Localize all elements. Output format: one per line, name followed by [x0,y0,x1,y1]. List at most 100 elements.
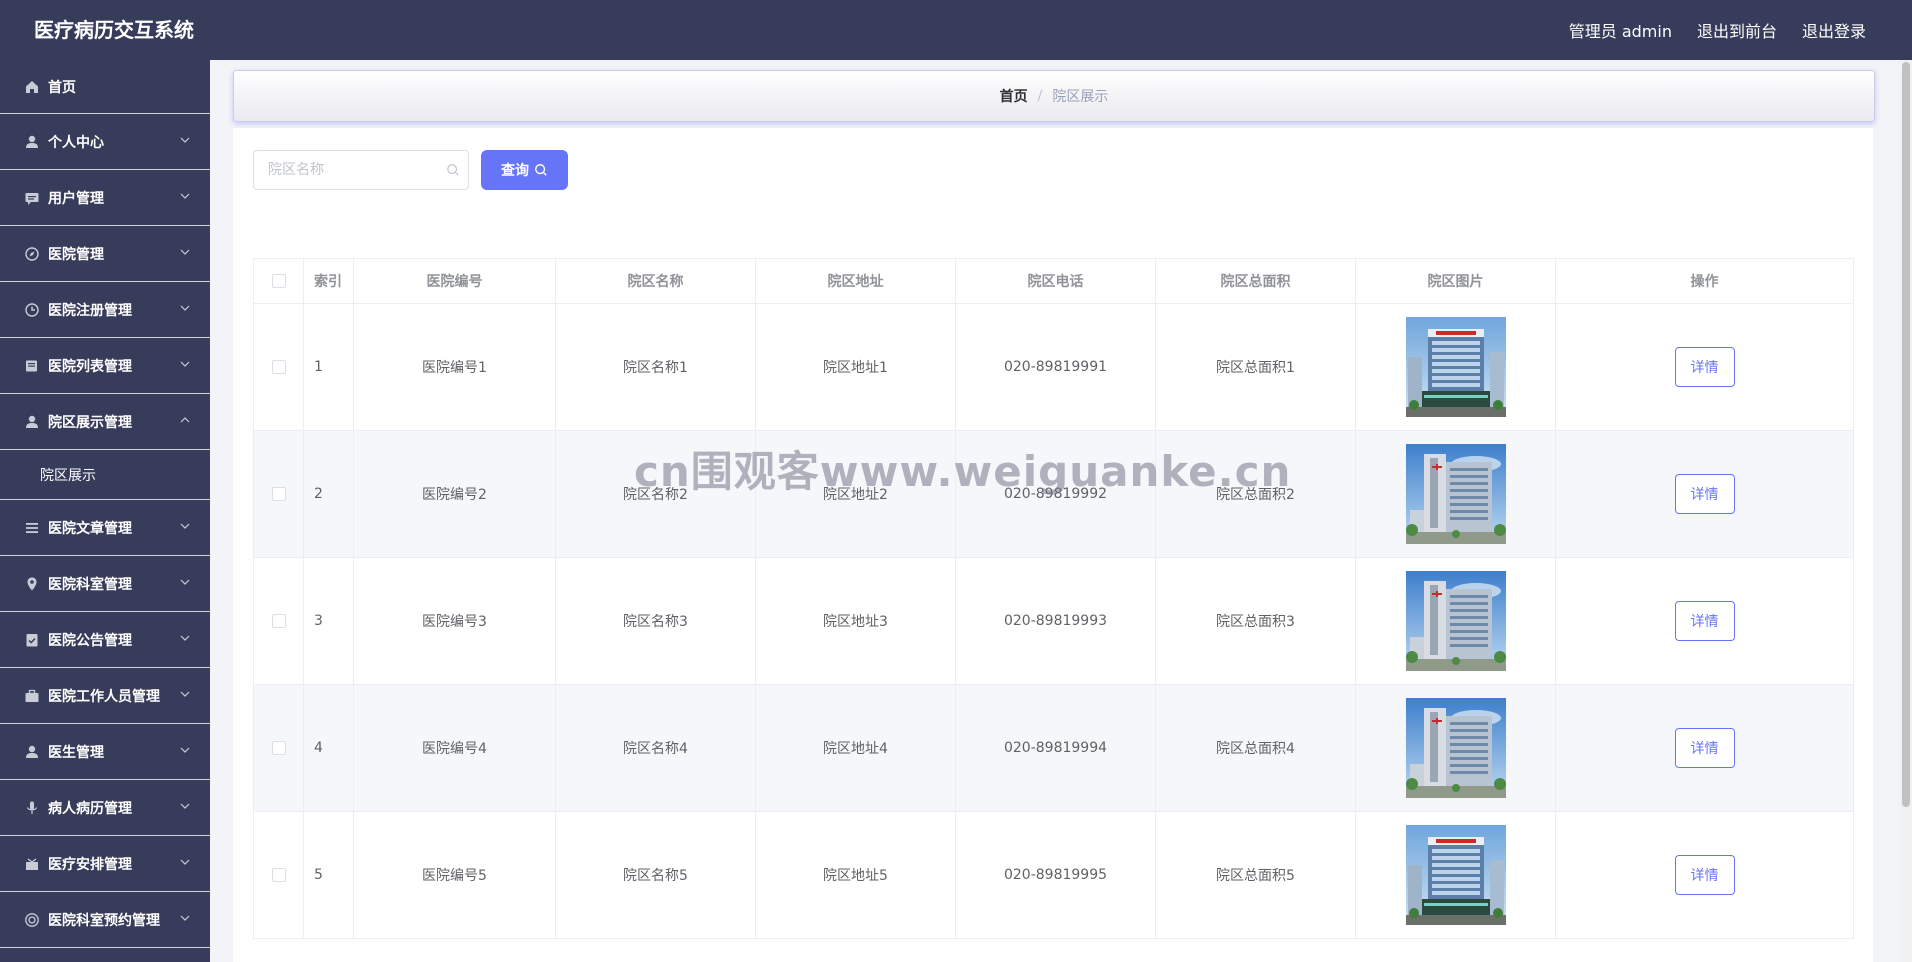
film-icon [25,912,39,927]
chevron-down-icon [180,193,190,199]
detail-button[interactable]: 详情 [1674,474,1735,514]
row-select-cell[interactable] [253,430,304,558]
sidebar-item[interactable]: 医院管理 [0,226,210,282]
campus-image[interactable] [1406,698,1506,798]
cell-address: 院区地址4 [755,684,956,812]
cell-hospital-no: 医院编号3 [353,557,556,685]
table-row: 5 医院编号5 院区名称5 院区地址5 020-89819995 院区总面积5 详情 [253,811,1854,939]
sidebar-item[interactable]: 医院列表管理 [0,338,210,394]
cell-hospital-no: 医院编号4 [353,684,556,812]
cell-actions: 详情 [1555,303,1854,431]
chevron-down-icon [180,305,190,311]
sidebar-item[interactable]: 医院科室管理 [0,556,210,612]
campus-name-search-input[interactable] [253,150,469,190]
sidebar-item[interactable]: 首页 [0,60,210,114]
app-title: 医疗病历交互系统 [34,18,194,42]
cell-image [1355,430,1556,558]
row-checkbox[interactable] [271,868,286,882]
chevron-down-icon [180,915,190,921]
scrollbar-thumb[interactable] [1902,62,1910,807]
chevron-down-icon [180,691,190,697]
select-all-checkbox[interactable] [271,274,286,288]
campus-image[interactable] [1406,444,1506,544]
detail-button[interactable]: 详情 [1674,347,1735,387]
row-checkbox[interactable] [271,614,286,628]
chevron-down-icon [180,747,190,753]
row-select-cell[interactable] [253,303,304,431]
row-checkbox[interactable] [271,487,286,501]
cell-area: 院区总面积4 [1155,684,1356,812]
row-checkbox[interactable] [271,741,286,755]
sidebar-item-label: 病人病历管理 [48,800,132,817]
user-icon [26,135,38,148]
cell-index: 5 [303,811,354,939]
row-checkbox[interactable] [271,360,286,374]
cell-area: 院区总面积1 [1155,303,1356,431]
finished-icon [26,857,38,870]
sidebar-item[interactable]: 医生管理 [0,724,210,780]
sidebar-item-label: 个人中心 [48,134,104,151]
campus-table: 索引 医院编号 院区名称 院区地址 院区电话 院区总面积 院区图片 操作 1 医院… [253,258,1854,939]
sidebar-item[interactable]: 医院科室预约管理 [0,892,210,948]
sidebar-item[interactable]: 医院注册管理 [0,282,210,338]
page-scrollbar[interactable] [1900,60,1912,962]
sidebar-item-label: 医院科室管理 [48,576,132,593]
sidebar-item[interactable]: 病人病历管理 [0,780,210,836]
sidebar-item[interactable]: 院区展示管理 [0,394,210,450]
breadcrumb: 首页 / 院区展示 [233,70,1875,122]
sidebar-item[interactable]: 医院工作人员管理 [0,668,210,724]
campus-image[interactable] [1406,317,1506,417]
cell-phone: 020-89819993 [955,557,1156,685]
admin-user-label[interactable]: 管理员 admin [1569,18,1672,42]
column-header-actions: 操作 [1555,258,1854,304]
detail-button[interactable]: 详情 [1674,855,1735,895]
sidebar-item[interactable]: 医疗安排管理 [0,836,210,892]
detail-button[interactable]: 详情 [1674,601,1735,641]
sidebar-item-label: 医疗安排管理 [48,856,132,873]
cell-campus-name: 院区名称3 [555,557,756,685]
cell-campus-name: 院区名称2 [555,430,756,558]
cell-hospital-no: 医院编号2 [353,430,556,558]
row-select-cell[interactable] [253,684,304,812]
cell-area: 院区总面积2 [1155,430,1356,558]
query-button[interactable]: 查询 [481,150,568,190]
compass-icon [25,246,39,261]
sidebar-subitem[interactable]: 院区展示 [0,450,210,500]
sidebar-item[interactable]: 医院公告管理 [0,612,210,668]
detail-button[interactable]: 详情 [1674,728,1735,768]
cell-index: 1 [303,303,354,431]
logout-link[interactable]: 退出登录 [1802,18,1866,42]
chevron-down-icon [180,859,190,865]
cell-actions: 详情 [1555,684,1854,812]
user-icon [26,745,38,758]
location-icon [27,577,37,590]
sidebar-item[interactable]: 用户管理 [0,170,210,226]
cell-campus-name: 院区名称4 [555,684,756,812]
clock-icon [25,302,39,317]
select-all-cell[interactable] [253,258,304,304]
sidebar-item[interactable]: 医院文章管理 [0,500,210,556]
cell-actions: 详情 [1555,557,1854,685]
folder-icon [26,360,37,371]
breadcrumb-home[interactable]: 首页 [1000,86,1028,106]
column-header-image: 院区图片 [1355,258,1556,304]
exit-to-front-link[interactable]: 退出到前台 [1697,18,1777,42]
row-select-cell[interactable] [253,557,304,685]
row-select-cell[interactable] [253,811,304,939]
sidebar-item[interactable]: 个人中心 [0,114,210,170]
breadcrumb-separator: / [1037,88,1043,104]
campus-image[interactable] [1406,571,1506,671]
cell-campus-name: 院区名称1 [555,303,756,431]
column-header-area: 院区总面积 [1155,258,1356,304]
chevron-down-icon [180,635,190,641]
cell-campus-name: 院区名称5 [555,811,756,939]
sidebar-item-label: 医院文章管理 [48,520,132,537]
cell-image [1355,303,1556,431]
sidebar-item-label: 医院管理 [48,246,104,263]
campus-image[interactable] [1406,825,1506,925]
sidebar-item-label: 医院注册管理 [48,302,132,319]
top-header: 医疗病历交互系统 管理员 admin 退出到前台 退出登录 [0,0,1912,60]
chevron-down-icon [180,137,190,143]
sidebar-item-label: 院区展示管理 [48,414,132,431]
cell-actions: 详情 [1555,811,1854,939]
